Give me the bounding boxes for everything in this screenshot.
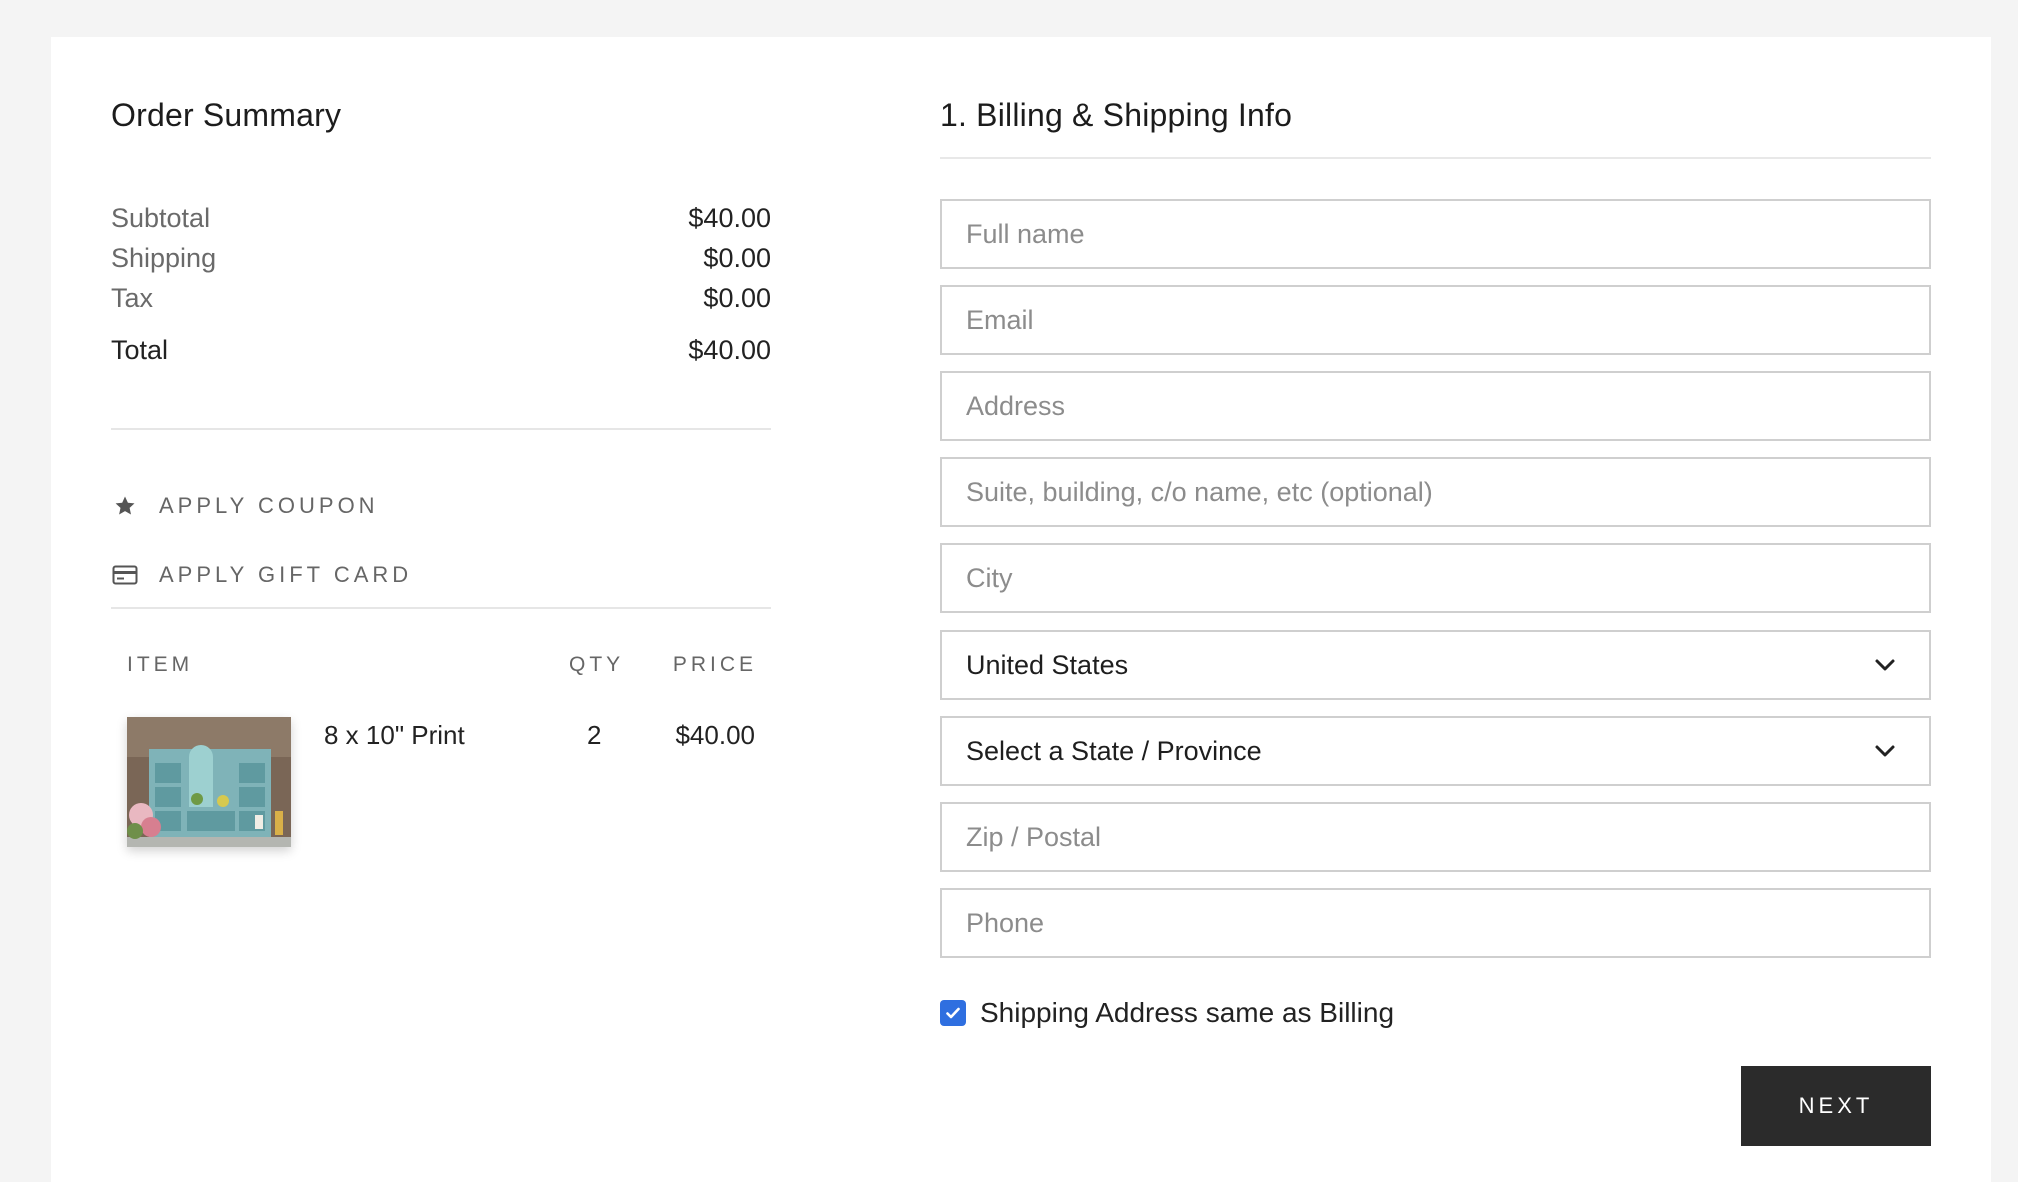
price-column-header: PRICE xyxy=(672,653,757,676)
item-price: $40.00 xyxy=(675,720,755,750)
country-selected-value: United States xyxy=(966,650,1129,680)
phone-input[interactable] xyxy=(942,890,1929,956)
item-name: 8 x 10" Print xyxy=(324,720,465,750)
address-input[interactable] xyxy=(942,373,1929,439)
next-button[interactable]: NEXT xyxy=(1741,1066,1931,1146)
table-row: 8 x 10" Print 2 $40.00 xyxy=(111,717,771,877)
subtotal-row: Subtotal $40.00 xyxy=(111,203,771,243)
subtotal-value: $40.00 xyxy=(688,203,771,233)
phone-field xyxy=(940,888,1931,958)
email-input[interactable] xyxy=(942,287,1929,353)
star-icon xyxy=(111,492,139,520)
apply-gift-card-label: APPLY GIFT CARD xyxy=(159,562,413,587)
state-select[interactable]: Select a State / Province xyxy=(940,716,1931,786)
item-column-header: ITEM xyxy=(127,653,194,676)
apply-coupon-label: APPLY COUPON xyxy=(159,493,379,518)
credit-card-icon xyxy=(111,561,139,589)
same-as-billing-checkbox[interactable] xyxy=(940,1000,966,1026)
total-label: Total xyxy=(111,335,169,365)
shipping-row: Shipping $0.00 xyxy=(111,243,771,283)
chevron-down-icon xyxy=(1873,739,1897,763)
checkmark-icon xyxy=(946,1007,960,1019)
billing-title: 1. Billing & Shipping Info xyxy=(940,97,1293,133)
tax-value: $0.00 xyxy=(703,283,771,313)
city-field xyxy=(940,543,1931,613)
checkout-card: Order Summary Subtotal $40.00 Shipping $… xyxy=(51,37,1991,1182)
country-select[interactable]: United States xyxy=(940,630,1931,700)
city-input[interactable] xyxy=(942,545,1929,611)
tax-label: Tax xyxy=(111,283,154,313)
subtotal-label: Subtotal xyxy=(111,203,211,233)
same-as-billing-label: Shipping Address same as Billing xyxy=(980,997,1395,1028)
tax-row: Tax $0.00 xyxy=(111,283,771,323)
chevron-down-icon xyxy=(1873,653,1897,677)
total-value: $40.00 xyxy=(688,335,771,365)
total-row: Total $40.00 xyxy=(111,335,771,375)
qty-column-header: QTY xyxy=(569,653,625,676)
summary-divider xyxy=(111,428,771,430)
apply-coupon-link[interactable]: APPLY COUPON xyxy=(111,488,379,524)
email-field xyxy=(940,285,1931,355)
zip-field xyxy=(940,802,1931,872)
order-summary-title: Order Summary xyxy=(111,97,342,133)
shipping-value: $0.00 xyxy=(703,243,771,273)
billing-title-divider xyxy=(940,157,1931,159)
shipping-label: Shipping xyxy=(111,243,217,273)
product-thumbnail xyxy=(127,717,291,847)
zip-input[interactable] xyxy=(942,804,1929,870)
suite-field xyxy=(940,457,1931,527)
full-name-field xyxy=(940,199,1931,269)
suite-input[interactable] xyxy=(942,459,1929,525)
full-name-input[interactable] xyxy=(942,201,1929,267)
state-selected-value: Select a State / Province xyxy=(966,736,1262,766)
coupon-divider xyxy=(111,607,771,609)
apply-gift-card-link[interactable]: APPLY GIFT CARD xyxy=(111,557,412,593)
same-as-billing-row: Shipping Address same as Billing xyxy=(940,996,1394,1030)
address-field xyxy=(940,371,1931,441)
item-qty: 2 xyxy=(587,720,602,750)
